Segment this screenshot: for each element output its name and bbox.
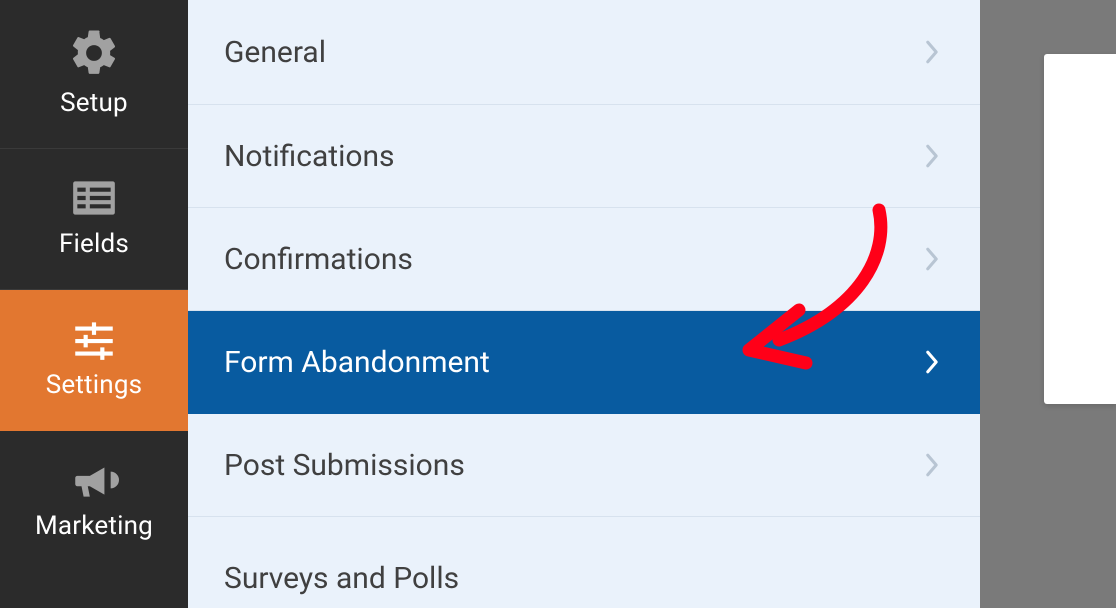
settings-row-form-abandonment[interactable]: Form Abandonment — [188, 311, 980, 414]
background-gap — [980, 0, 1044, 608]
sidebar: Setup Fields Settings Marketing — [0, 0, 188, 608]
settings-row-label: Post Submissions — [224, 448, 465, 483]
list-icon — [0, 171, 188, 225]
chevron-right-icon — [922, 561, 942, 581]
gear-icon — [0, 22, 188, 84]
chevron-right-icon — [922, 42, 942, 62]
chevron-right-icon — [922, 455, 942, 475]
settings-row-label: Confirmations — [224, 242, 413, 277]
chevron-right-icon — [922, 352, 942, 372]
settings-row-label: Form Abandonment — [224, 345, 490, 380]
settings-row-label: Surveys and Polls — [224, 561, 459, 596]
settings-row-post-submissions[interactable]: Post Submissions — [188, 414, 980, 517]
settings-row-general[interactable]: General — [188, 0, 980, 105]
settings-row-label: Notifications — [224, 139, 395, 174]
megaphone-icon — [0, 453, 188, 507]
sidebar-item-label: Setup — [0, 88, 188, 118]
sidebar-item-marketing[interactable]: Marketing — [0, 431, 188, 571]
sliders-icon — [0, 312, 188, 366]
sidebar-item-label: Fields — [0, 229, 188, 259]
settings-row-surveys-polls[interactable]: Surveys and Polls — [188, 517, 980, 608]
sidebar-item-fields[interactable]: Fields — [0, 149, 188, 290]
sidebar-item-setup[interactable]: Setup — [0, 0, 188, 149]
settings-row-notifications[interactable]: Notifications — [188, 105, 980, 208]
settings-panel: General Notifications Confirmations Form… — [188, 0, 980, 608]
sidebar-item-label: Settings — [0, 370, 188, 400]
sidebar-item-label: Marketing — [0, 511, 188, 541]
settings-row-label: General — [224, 35, 326, 70]
chevron-right-icon — [922, 146, 942, 166]
settings-row-confirmations[interactable]: Confirmations — [188, 208, 980, 311]
sidebar-item-settings[interactable]: Settings — [0, 290, 188, 431]
app-root: Setup Fields Settings Marketing General — [0, 0, 1116, 608]
chevron-right-icon — [922, 249, 942, 269]
preview-card — [1044, 54, 1116, 404]
